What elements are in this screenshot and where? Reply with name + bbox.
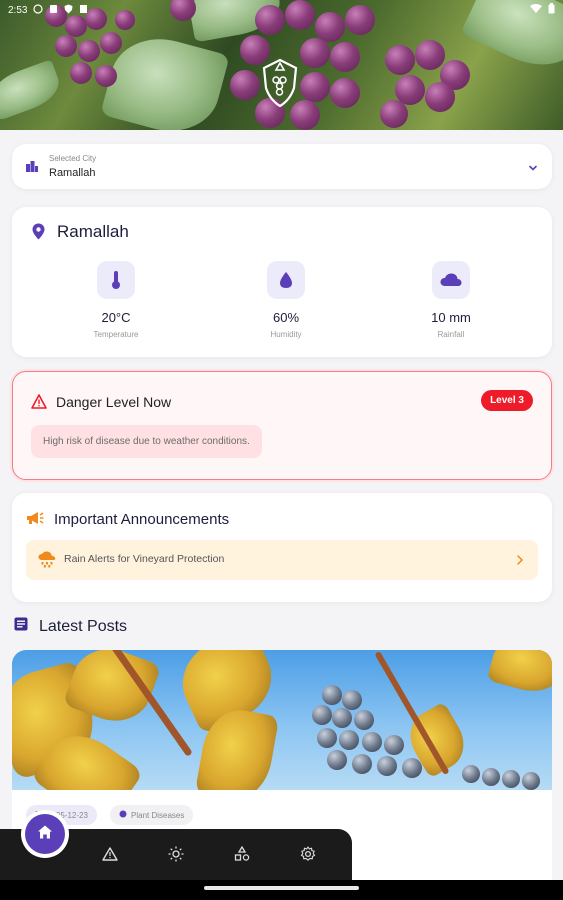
weather-city: Ramallah: [57, 222, 129, 241]
info-icon: [119, 810, 127, 820]
chevron-right-icon: [516, 553, 524, 571]
nav-alerts[interactable]: [100, 846, 120, 866]
notification-icon: [33, 3, 44, 17]
temperature-value: 20°C: [101, 310, 131, 325]
post-category-tag: Plant Diseases: [110, 805, 194, 825]
thermometer-icon: [97, 261, 135, 299]
wifi-icon: [530, 3, 542, 17]
announcement-item[interactable]: Rain Alerts for Vineyard Protection: [26, 540, 538, 580]
storage-icon: [79, 4, 88, 17]
weather-card: Ramallah 20°C Temperature 60% Humidity 1…: [12, 207, 552, 357]
megaphone-icon: [26, 511, 44, 530]
cloud-icon: [432, 261, 470, 299]
weather-rainfall: 10 mm Rainfall: [391, 261, 511, 339]
danger-card[interactable]: Danger Level Now Level 3 High risk of di…: [12, 371, 552, 480]
rain-cloud-icon: [38, 551, 56, 573]
announcements-title: Important Announcements: [54, 511, 230, 528]
leaf-decoration: [0, 59, 65, 121]
home-indicator[interactable]: [204, 886, 359, 890]
danger-level-badge: Level 3: [481, 390, 533, 411]
warning-icon: [102, 846, 118, 866]
humidity-value: 60%: [272, 310, 300, 325]
shield-icon: [64, 4, 73, 17]
announcements-card: Important Announcements Rain Alerts for …: [12, 493, 552, 602]
weather-humidity: 60% Humidity: [226, 261, 346, 339]
sim-icon: [49, 4, 58, 17]
danger-title: Danger Level Now: [56, 394, 172, 410]
status-bar: 2:53: [0, 0, 563, 20]
app-logo: [262, 58, 298, 108]
sun-icon: [168, 846, 184, 867]
danger-message: High risk of disease due to weather cond…: [31, 425, 262, 458]
home-button[interactable]: [25, 814, 65, 854]
rainfall-value: 10 mm: [431, 310, 471, 325]
latest-posts-header: Latest Posts: [14, 617, 127, 636]
gear-icon: [300, 845, 316, 867]
droplet-icon: [267, 261, 305, 299]
shapes-icon: [234, 845, 250, 867]
warning-icon: [31, 394, 47, 414]
nav-settings[interactable]: [298, 845, 318, 867]
nav-weather[interactable]: [166, 846, 186, 866]
nav-categories[interactable]: [232, 845, 252, 867]
post-image: [12, 650, 552, 790]
status-time: 2:53: [8, 4, 28, 16]
article-icon: [14, 617, 28, 636]
city-buildings-icon: [25, 159, 39, 178]
city-selector-caption: Selected City: [49, 154, 97, 163]
latest-posts-title: Latest Posts: [39, 617, 128, 635]
hero-banner: 2:53: [0, 0, 563, 130]
weather-temperature: 20°C Temperature: [56, 261, 176, 339]
home-icon: [37, 824, 53, 845]
temperature-label: Temperature: [93, 330, 139, 339]
chevron-down-icon: [528, 160, 538, 178]
city-selector-value: Ramallah: [49, 167, 96, 179]
system-navigation-bar: [0, 880, 563, 900]
battery-icon: [548, 3, 555, 17]
city-selector[interactable]: Selected City Ramallah: [12, 144, 552, 189]
humidity-label: Humidity: [270, 330, 302, 339]
rainfall-label: Rainfall: [437, 330, 465, 339]
post-category: Plant Diseases: [131, 810, 185, 820]
location-pin-icon: [32, 223, 45, 245]
announcement-label: Rain Alerts for Vineyard Protection: [64, 553, 225, 565]
